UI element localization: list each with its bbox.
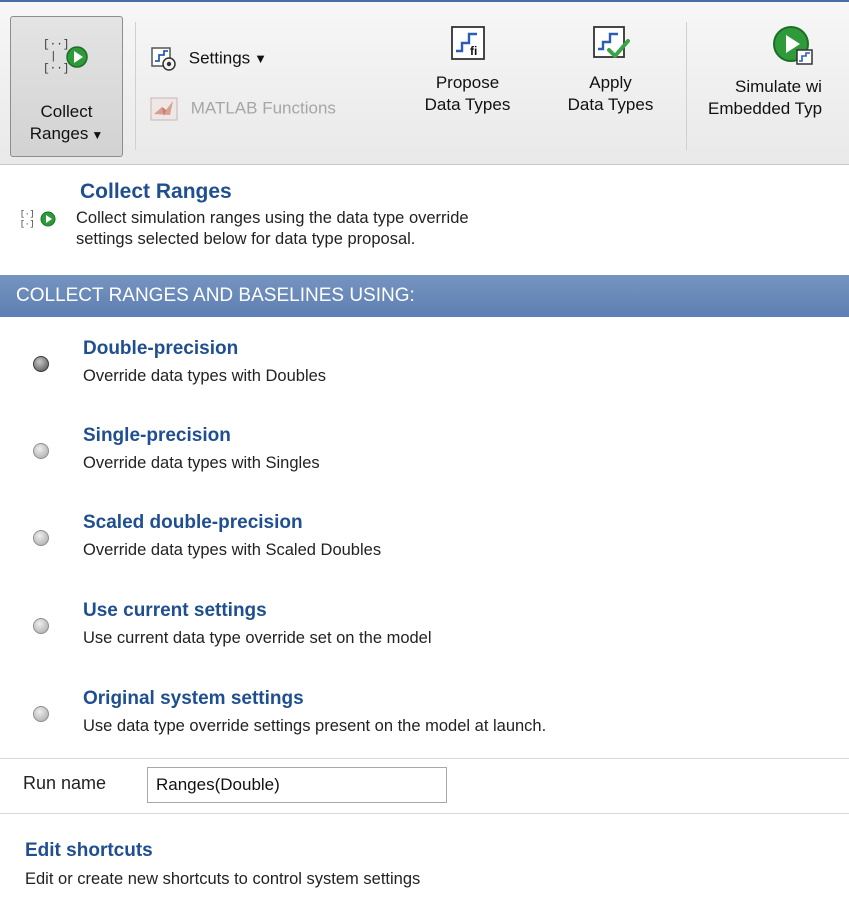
option-title[interactable]: Single-precision [83, 425, 231, 447]
matlab-functions-label: MATLAB Functions [190, 98, 336, 118]
simulate-play-icon [695, 24, 849, 66]
header-description-line: Collect simulation ranges using the data… [76, 209, 469, 227]
propose-label-2: Data Types [424, 95, 511, 114]
option-single-precision[interactable]: Single-precision Override data types wit… [0, 425, 849, 495]
apply-label-2: Data Types [567, 95, 654, 114]
option-description: Override data types with Doubles [83, 367, 327, 385]
header-description: Collect simulation ranges using the data… [76, 208, 676, 250]
chevron-down-icon[interactable]: ▼ [91, 128, 103, 142]
toolstrip-separator [686, 22, 687, 150]
collect-ranges-header: [·] [·] Collect Ranges Collect simulatio… [0, 178, 849, 258]
propose-label-1: Propose [435, 73, 500, 92]
settings-caret-icon: ▼ [254, 51, 268, 67]
option-title[interactable]: Use current settings [83, 600, 267, 622]
option-title[interactable]: Double-precision [83, 338, 238, 360]
toolstrip-separator [135, 22, 136, 150]
collect-ranges-label-2: Ranges [29, 124, 89, 143]
header-title: Collect Ranges [80, 180, 232, 203]
radio-button[interactable] [33, 443, 49, 459]
settings-button[interactable]: Settings ▼ [150, 46, 267, 76]
option-original-system-settings[interactable]: Original system settings Use data type o… [0, 688, 849, 758]
option-title[interactable]: Scaled double-precision [83, 512, 303, 534]
option-description: Override data types with Singles [83, 454, 320, 472]
toolstrip: [··] | [··] Collect Ranges▼ Settings▼ [0, 0, 849, 165]
apply-data-types-button[interactable]: Apply Data Types [548, 24, 673, 116]
collect-ranges-icon: [··] | [··] [41, 35, 93, 85]
radio-button[interactable] [33, 706, 49, 722]
option-title[interactable]: Original system settings [83, 688, 304, 710]
svg-text:fi: fi [470, 44, 477, 58]
run-name-label: Run name [23, 773, 107, 793]
settings-label: Settings [188, 48, 251, 68]
edit-shortcuts-section: Edit shortcuts Edit or create new shortc… [0, 838, 849, 898]
matlab-functions-button[interactable]: MATLAB Functions [150, 97, 336, 127]
simulate-label-1: Simulate wi [735, 77, 822, 96]
edit-shortcuts-description: Edit or create new shortcuts to control … [25, 870, 421, 888]
option-use-current-settings[interactable]: Use current settings Use current data ty… [0, 600, 849, 670]
svg-text:|: | [50, 51, 57, 63]
svg-text:[·]: [·] [20, 220, 34, 228]
propose-fi-icon: fi [405, 24, 530, 62]
matlab-logo-icon [150, 97, 191, 121]
svg-text:[·]: [·] [20, 210, 34, 219]
svg-text:[··]: [··] [43, 63, 69, 75]
option-description: Use current data type override set on th… [83, 629, 432, 647]
option-scaled-double-precision[interactable]: Scaled double-precision Override data ty… [0, 512, 849, 582]
radio-button[interactable] [33, 356, 49, 372]
simulate-label-2: Embedded Typ [708, 99, 823, 118]
option-description: Override data types with Scaled Doubles [83, 541, 382, 559]
collect-ranges-small-icon: [·] [·] [20, 208, 60, 233]
settings-icon [150, 47, 189, 71]
option-double-precision[interactable]: Double-precision Override data types wit… [0, 338, 849, 408]
apply-label-1: Apply [589, 73, 632, 92]
option-description: Use data type override settings present … [83, 717, 547, 735]
edit-shortcuts-link[interactable]: Edit shortcuts [25, 840, 153, 862]
svg-text:[··]: [··] [43, 39, 69, 51]
radio-button[interactable] [33, 618, 49, 634]
radio-button[interactable] [33, 530, 49, 546]
window-top-border [0, 0, 849, 2]
run-name-input[interactable] [147, 767, 447, 803]
simulate-embedded-types-button[interactable]: Simulate wi Embedded Typ [695, 24, 849, 120]
header-description-line: settings selected below for data type pr… [76, 230, 416, 248]
collect-ranges-label: Collect [40, 102, 93, 121]
collect-ranges-button[interactable]: [··] | [··] Collect Ranges ▼ [10, 16, 123, 157]
apply-check-icon [548, 24, 673, 62]
section-banner: COLLECT RANGES AND BASELINES USING: [0, 275, 849, 317]
propose-data-types-button[interactable]: fi Propose Data Types [405, 24, 530, 116]
run-name-row: Run name [0, 758, 849, 814]
